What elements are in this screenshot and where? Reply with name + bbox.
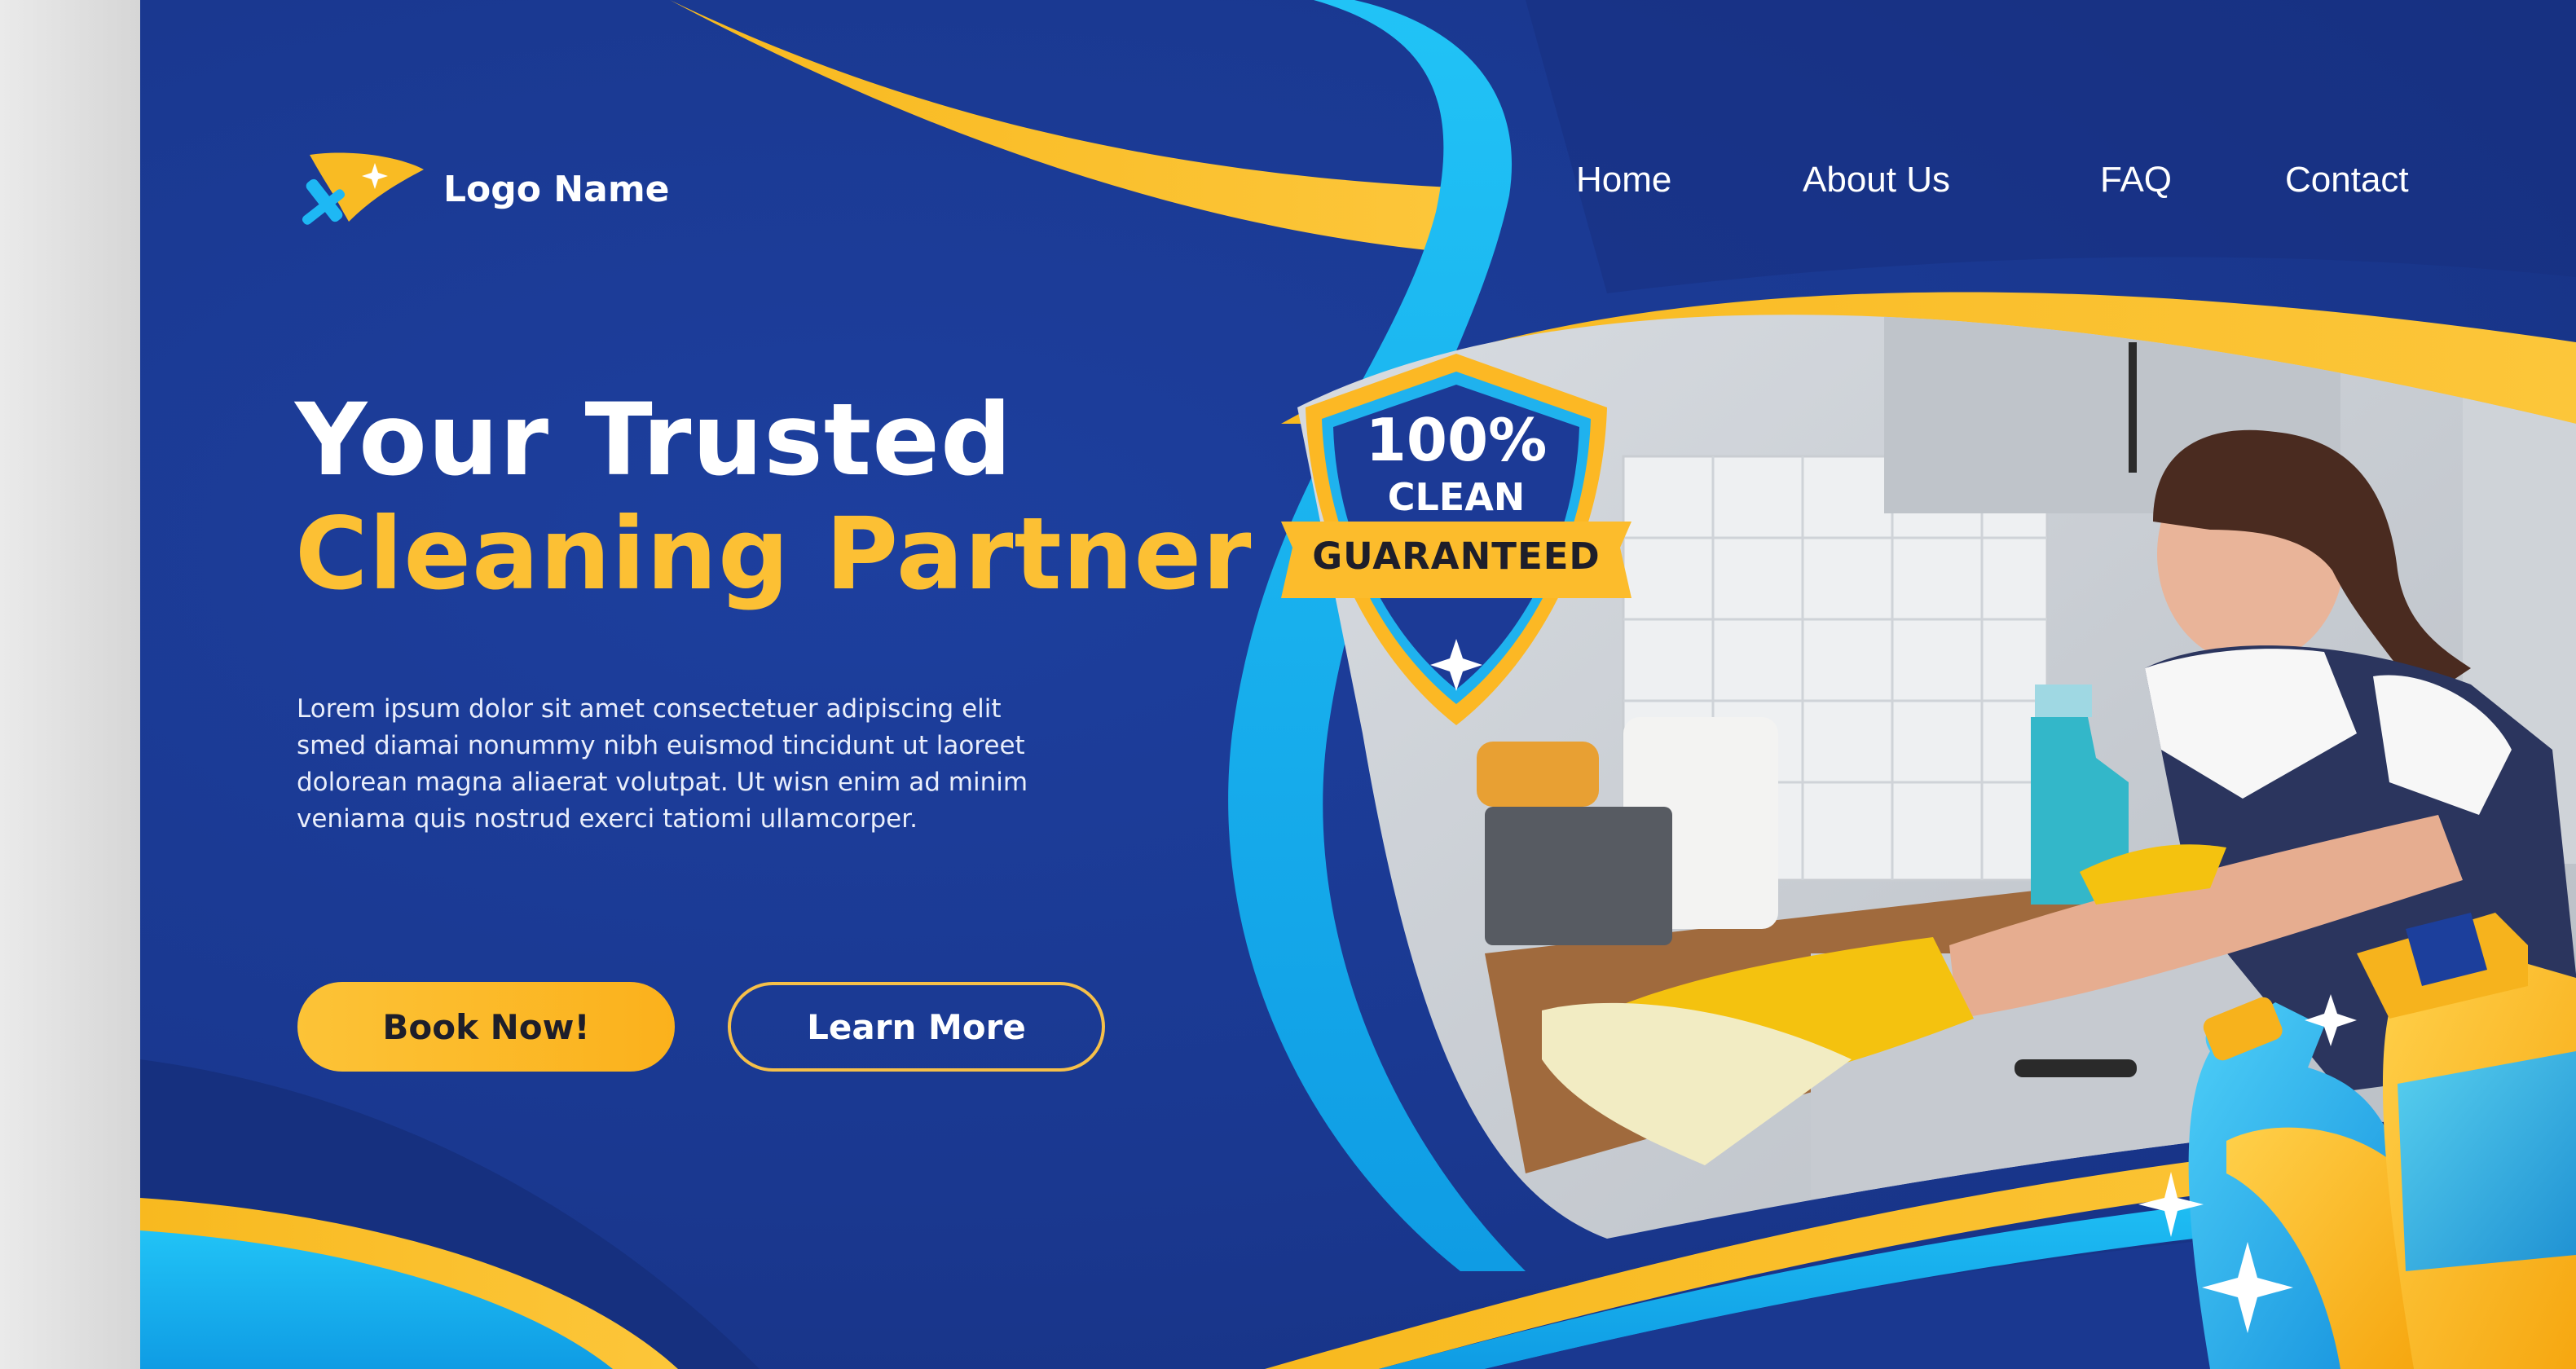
hero-title-line-1: Your Trusted [295, 382, 1013, 498]
badge-clean-label: CLEAN [1387, 475, 1526, 519]
landing-page: Logo Name Home About Us FAQ Contact Your… [140, 0, 2576, 1369]
nav-faq[interactable]: FAQ [2100, 160, 2172, 200]
badge-guaranteed-ribbon: GUARANTEED [1312, 535, 1601, 578]
left-margin-strip [0, 0, 140, 1369]
nav-about-us[interactable]: About Us [1803, 160, 1950, 200]
hero-title-line-2: Cleaning Partner [295, 496, 1253, 612]
learn-more-button[interactable]: Learn More [728, 982, 1105, 1072]
nav-home[interactable]: Home [1576, 160, 1671, 200]
hero-description: Lorem ipsum dolor sit amet consectetuer … [297, 694, 1028, 834]
book-now-button[interactable]: Book Now! [297, 982, 675, 1072]
hero-title: Your Trusted Cleaning Partner [295, 383, 1252, 611]
guarantee-badge: 100% CLEAN GUARANTEED [1273, 349, 1640, 732]
main-navigation: Home About Us FAQ Contact [140, 160, 2576, 212]
badge-percent: 100% [1365, 406, 1548, 474]
nav-contact[interactable]: Contact [2285, 160, 2409, 200]
